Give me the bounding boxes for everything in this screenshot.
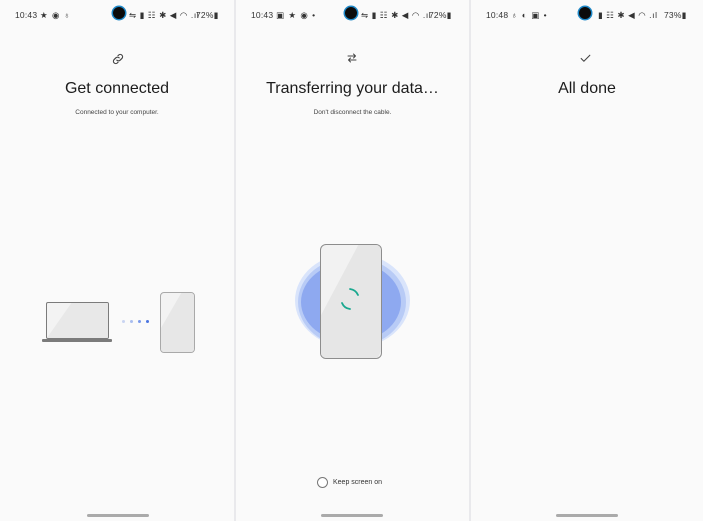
connection-dot [138,320,141,323]
status-time: 10:43 [251,10,274,20]
page-title: Get connected [64,80,170,97]
status-bar: 10:48 ♁ ◐ ▣ • ▮ ☷ ✱ ◀ ◠ .ıl 73%▮ [471,7,703,23]
front-camera-icon [345,7,357,19]
page-subtitle: Don't disconnect the cable. [313,109,392,116]
status-left-icons: ♁ ◐ ▣ • [511,10,548,20]
status-left-icons: ★ ◉ ♁ [40,10,72,20]
front-camera-icon [579,7,591,19]
screen-all-done: 10:48 ♁ ◐ ▣ • ▮ ☷ ✱ ◀ ◠ .ıl 73%▮ All don… [471,0,703,521]
battery-indicator: 72%▮ [429,10,452,20]
connection-dot [130,320,133,323]
gesture-navbar[interactable] [321,514,383,517]
connection-dot [122,320,125,323]
keep-screen-on-toggle[interactable]: Keep screen on [317,476,382,488]
link-icon [110,52,126,68]
battery-indicator: 72%▮ [196,10,219,20]
status-right-icons: ⇋ ▮ ☷ ✱ ◀ ◠ .ıl [361,10,432,20]
status-bar: 10:43 ★ ◉ ♁ ⇋ ▮ ☷ ✱ ◀ ◠ .ıl 72%▮ [0,7,234,23]
transfer-arrows-icon [344,52,360,68]
laptop-base [42,339,112,342]
keep-screen-on-radio[interactable] [317,476,328,488]
loading-spinner-icon [341,288,359,310]
status-right-icons: ▮ ☷ ✱ ◀ ◠ .ıl [598,10,658,20]
battery-indicator: 73%▮ [664,10,687,20]
status-time: 10:43 [15,10,38,20]
phone-illustration [160,292,195,353]
status-right-icons: ⇋ ▮ ☷ ✱ ◀ ◠ .ıl [129,10,200,20]
screen-transferring: 10:43 ▣ ★ ◉ • ⇋ ▮ ☷ ✱ ◀ ◠ .ıl 72%▮ Trans… [236,0,469,521]
status-time: 10:48 [486,10,509,20]
page-subtitle: Connected to your computer. [75,109,159,116]
status-bar: 10:43 ▣ ★ ◉ • ⇋ ▮ ☷ ✱ ◀ ◠ .ıl 72%▮ [236,7,469,23]
page-title: Transferring your data… [266,80,439,97]
gesture-navbar[interactable] [87,514,149,517]
laptop-illustration [46,302,109,339]
keep-screen-on-label: Keep screen on [333,478,383,486]
checkmark-icon [577,52,593,68]
screen-get-connected: 10:43 ★ ◉ ♁ ⇋ ▮ ☷ ✱ ◀ ◠ .ıl 72%▮ Get con… [0,0,234,521]
connection-dot [146,320,149,323]
front-camera-icon [113,7,125,19]
gesture-navbar[interactable] [556,514,618,517]
page-title: All done [558,80,616,97]
status-left-icons: ▣ ★ ◉ • [276,10,317,20]
